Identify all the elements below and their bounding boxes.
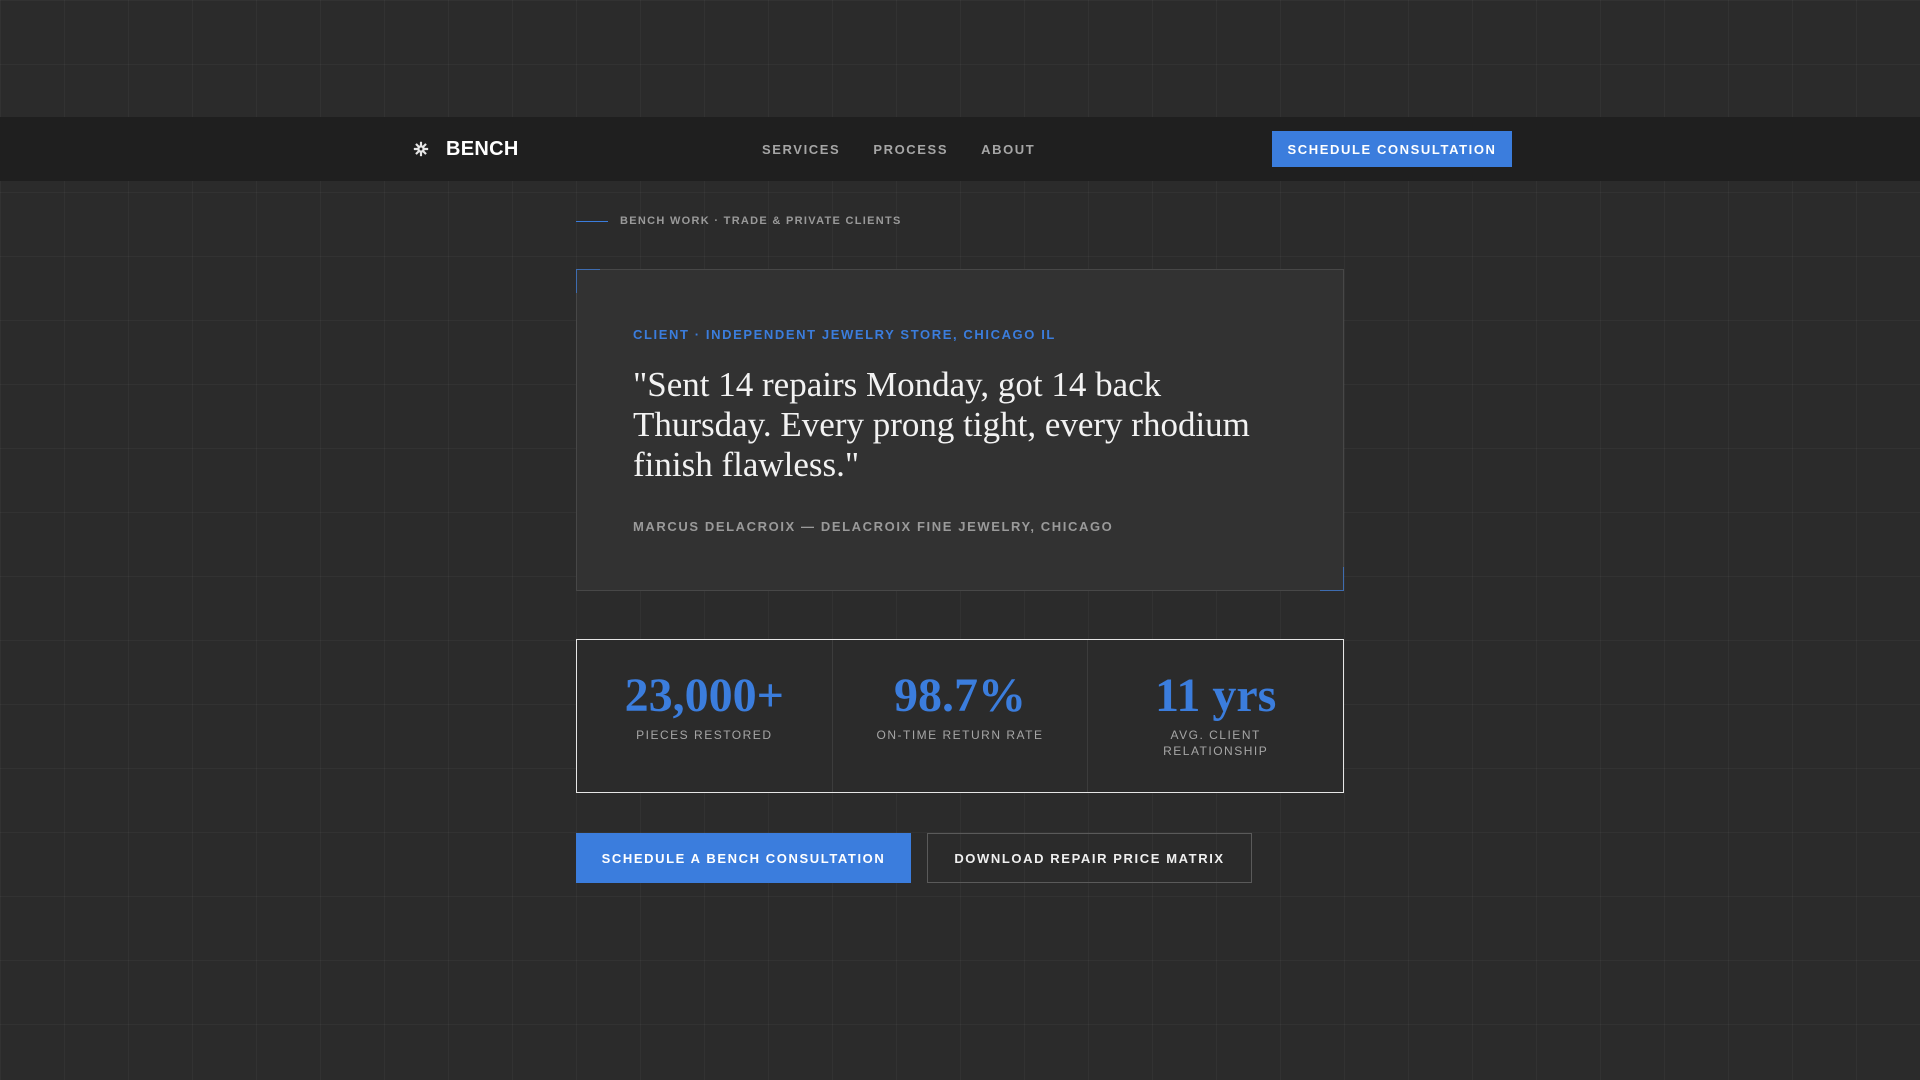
eyebrow-text: BENCH WORK · TRADE & PRIVATE CLIENTS bbox=[620, 215, 902, 227]
brand-logo[interactable]: BENCH bbox=[412, 117, 519, 181]
schedule-bench-consultation-button[interactable]: SCHEDULE A BENCH CONSULTATION bbox=[576, 833, 911, 883]
stat-on-time-rate: 98.7% ON-TIME RETURN RATE bbox=[831, 640, 1088, 792]
nav-link-process[interactable]: PROCESS bbox=[873, 142, 948, 157]
stat-value: 23,000+ bbox=[624, 669, 785, 722]
stat-label: ON-TIME RETURN RATE bbox=[876, 728, 1044, 742]
top-navbar: BENCH SERVICES PROCESS ABOUT SCHEDULE CO… bbox=[0, 117, 1920, 181]
nav-link-services[interactable]: SERVICES bbox=[762, 142, 840, 157]
stat-value: 98.7% bbox=[894, 669, 1026, 722]
stat-label: AVG. CLIENT RELATIONSHIP bbox=[1163, 728, 1269, 758]
schedule-consultation-button[interactable]: SCHEDULE CONSULTATION bbox=[1272, 131, 1512, 167]
nav-links: SERVICES PROCESS ABOUT bbox=[762, 117, 1035, 181]
section-eyebrow: BENCH WORK · TRADE & PRIVATE CLIENTS bbox=[576, 213, 902, 229]
stat-label: PIECES RESTORED bbox=[636, 728, 773, 742]
eyebrow-divider bbox=[576, 220, 608, 222]
testimonial-quote: "Sent 14 repairs Monday, got 14 back Thu… bbox=[633, 365, 1250, 484]
download-price-matrix-button[interactable]: DOWNLOAD REPAIR PRICE MATRIX bbox=[927, 833, 1252, 883]
testimonial-attribution: MARCUS DELACROIX — DELACROIX FINE JEWELR… bbox=[633, 519, 1114, 534]
stats-panel: 23,000+ PIECES RESTORED 98.7% ON-TIME RE… bbox=[576, 639, 1344, 793]
card-corner-accent bbox=[1320, 567, 1344, 591]
gear-icon bbox=[413, 141, 429, 157]
testimonial-card: CLIENT · INDEPENDENT JEWELRY STORE, CHIC… bbox=[576, 269, 1344, 591]
card-corner-accent bbox=[576, 269, 600, 293]
brand-name: BENCH bbox=[446, 137, 519, 160]
stat-value: 11 yrs bbox=[1155, 669, 1277, 722]
client-label: CLIENT · INDEPENDENT JEWELRY STORE, CHIC… bbox=[633, 327, 1056, 342]
stat-client-relationship: 11 yrs AVG. CLIENT RELATIONSHIP bbox=[1087, 640, 1343, 792]
stat-pieces-restored: 23,000+ PIECES RESTORED bbox=[577, 640, 832, 792]
nav-link-about[interactable]: ABOUT bbox=[981, 142, 1035, 157]
